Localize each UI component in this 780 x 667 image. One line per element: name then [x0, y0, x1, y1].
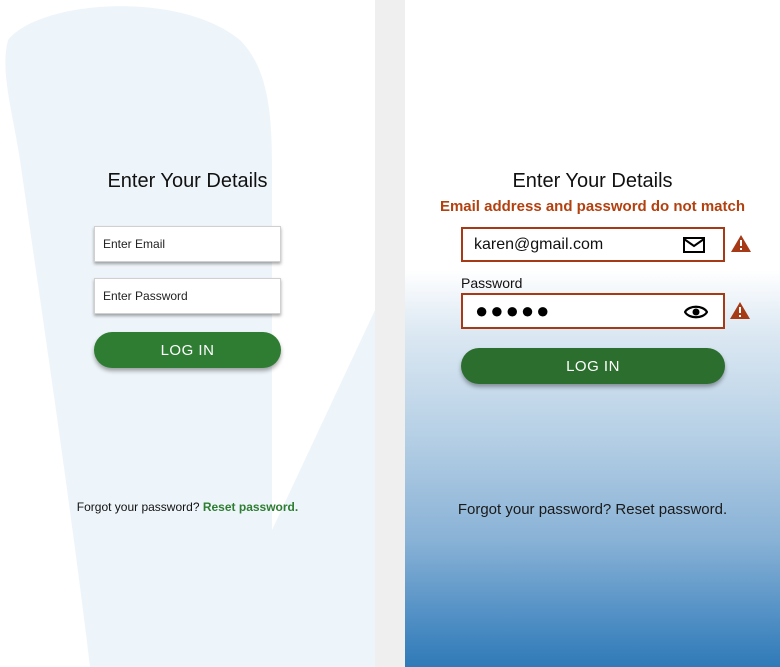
- forgot-password-text: Forgot your password?: [76, 500, 200, 514]
- login-button[interactable]: LOG IN: [94, 332, 281, 368]
- login-button-label: LOG IN: [160, 341, 215, 359]
- email-field[interactable]: karen@gmail.com: [461, 227, 725, 262]
- login-button-label: LOG IN: [566, 357, 620, 375]
- error-message: Email address and password do not match: [439, 198, 746, 215]
- forgot-password-row: Forgot your password? Reset password.: [0, 500, 375, 514]
- page-title: Enter Your Details: [512, 170, 673, 192]
- password-placeholder: Enter Password: [103, 289, 188, 303]
- password-mask: ●●●●●: [475, 298, 552, 323]
- email-placeholder: Enter Email: [103, 237, 166, 251]
- password-field[interactable]: ●●●●●: [461, 293, 725, 329]
- forgot-password-link[interactable]: Forgot your password? Reset password.: [405, 501, 780, 518]
- panel-divider: [375, 0, 405, 667]
- email-warning-icon: [731, 235, 751, 252]
- email-value: karen@gmail.com: [474, 235, 604, 253]
- reset-password-link[interactable]: Reset password.: [203, 500, 298, 514]
- password-warning-icon: [730, 302, 750, 319]
- email-field[interactable]: Enter Email: [94, 226, 281, 262]
- mail-icon: [683, 237, 705, 253]
- password-field[interactable]: Enter Password: [94, 278, 281, 314]
- login-button[interactable]: LOG IN: [461, 348, 725, 384]
- login-screen-default: Enter Your Details Enter Email Enter Pas…: [0, 0, 375, 667]
- eye-icon[interactable]: [684, 304, 708, 320]
- password-label: Password: [461, 275, 523, 291]
- page-title: Enter Your Details: [107, 170, 268, 192]
- login-screen-error: Enter Your Details Email address and pas…: [405, 0, 780, 667]
